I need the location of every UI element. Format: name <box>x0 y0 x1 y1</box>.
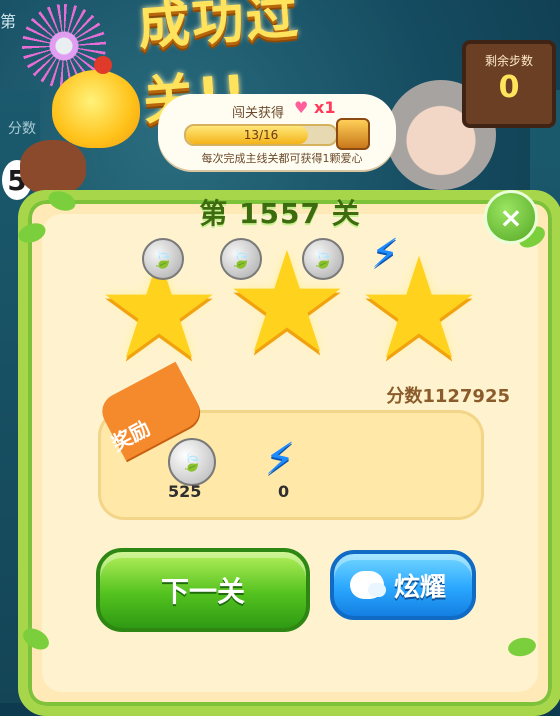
remaining-steps-value: 0 <box>498 70 520 105</box>
bear-character <box>20 140 86 194</box>
remaining-steps-label: 剩余步数 <box>484 54 533 68</box>
lightning-icon: ⚡ <box>370 231 400 277</box>
leaf-decoration <box>45 187 79 215</box>
next-level-button[interactable]: 下一关 <box>96 548 310 632</box>
close-icon: × <box>499 200 523 234</box>
heart-progress-bar: 13/16 <box>184 124 338 146</box>
chick-character <box>52 56 140 148</box>
reward-bubble-title: 闯关获得 <box>232 106 285 121</box>
reward-bubble: 闯关获得 ♥ x1 13/16 每次完成主线关都可获得1颗爱心 <box>158 94 396 170</box>
score-text: 分数1127925 <box>386 386 510 407</box>
silver-leaf-icon: 🍃 <box>220 238 262 280</box>
share-button-label: 炫耀 <box>394 572 447 603</box>
reward-multiplier: x1 <box>314 98 336 117</box>
background-top-char: 第 <box>0 12 17 31</box>
silver-leaf-icon: 🍃 <box>302 238 344 280</box>
silver-leaf-icon: 🍃 <box>142 238 184 280</box>
reward-lightning-count: 0 <box>278 482 290 501</box>
share-button[interactable]: 炫耀 <box>330 550 476 620</box>
close-button[interactable]: × <box>484 190 538 244</box>
reward-bubble-note: 每次完成主线关都可获得1颗爱心 <box>201 152 363 165</box>
heart-icon: ♥ <box>294 98 309 117</box>
remaining-steps-sign: 剩余步数 0 <box>462 40 556 128</box>
heart-progress-text: 13/16 <box>243 128 279 142</box>
reward-lightning-icon: ⚡ <box>264 434 296 485</box>
success-title: 成功过关!! <box>135 0 302 132</box>
background-score-stub: 分数 <box>8 121 36 137</box>
wechat-icon <box>350 571 386 599</box>
reward-silver-leaf-count: 525 <box>168 482 202 501</box>
treasure-chest-icon <box>336 118 370 150</box>
reward-silver-leaf-icon: 🍃 <box>168 438 216 486</box>
